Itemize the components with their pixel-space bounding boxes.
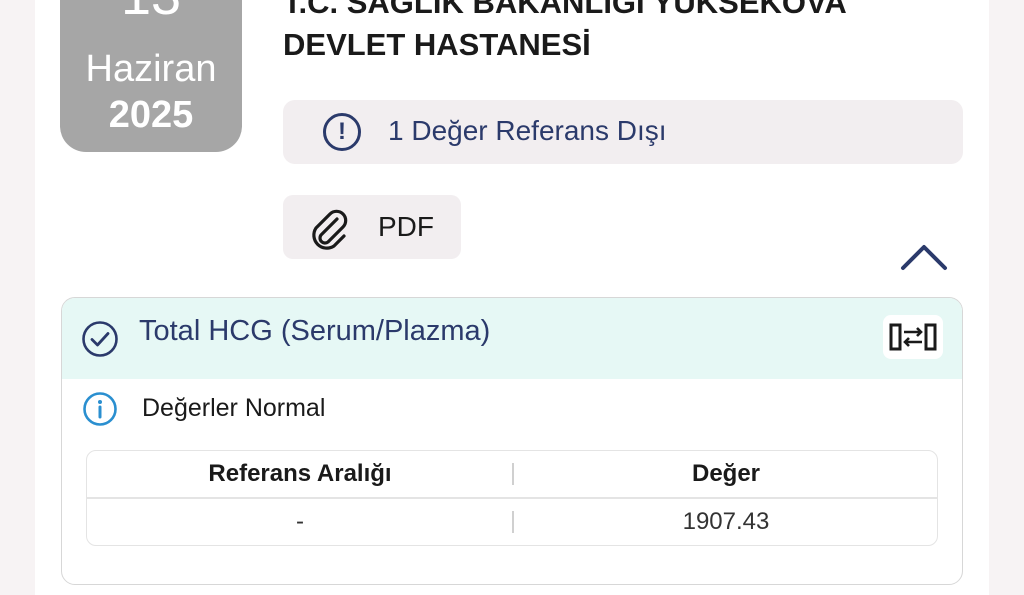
header-reference-range: Referans Aralığı: [208, 460, 392, 487]
test-result-panel: Total HCG (Serum/Plazma) Değerler Normal…: [61, 297, 963, 585]
column-divider: [512, 463, 514, 485]
cell-value: 1907.43: [682, 508, 770, 535]
pdf-label: PDF: [378, 211, 434, 242]
reference-alert-banner[interactable]: ! 1 Değer Referans Dışı: [283, 100, 963, 164]
test-header[interactable]: Total HCG (Serum/Plazma): [62, 298, 962, 379]
reference-alert-text: 1 Değer Referans Dışı: [388, 115, 667, 146]
date-day: 13: [60, 0, 242, 26]
pdf-button[interactable]: PDF: [283, 195, 461, 259]
hospital-name-line2: DEVLET HASTANESİ: [283, 27, 591, 62]
status-text: Değerler Normal: [142, 394, 326, 422]
compare-button[interactable]: [883, 315, 943, 359]
header-value: Değer: [691, 460, 761, 487]
column-divider: [512, 511, 514, 533]
hospital-name: T.C. SAĞLIK BAKANLIĞI YÜKSEKOVA DEVLET H…: [283, 0, 963, 68]
info-icon: [83, 392, 117, 426]
date-year: 2025: [108, 94, 194, 136]
date-month: Haziran: [85, 48, 217, 90]
hospital-name-line1: T.C. SAĞLIK BAKANLIĞI YÜKSEKOVA: [283, 0, 847, 20]
check-circle-icon: [82, 321, 118, 357]
swap-compare-icon: [889, 323, 937, 351]
exclamation-icon: !: [323, 113, 361, 151]
chevron-up-icon[interactable]: [896, 238, 952, 274]
cell-reference-range: -: [296, 508, 304, 535]
date-badge: 13 Haziran 2025: [60, 0, 242, 152]
paperclip-icon: [312, 209, 348, 250]
result-table: Referans Aralığı Değer - 1907.43: [86, 450, 938, 546]
test-title: Total HCG (Serum/Plazma): [139, 315, 491, 347]
